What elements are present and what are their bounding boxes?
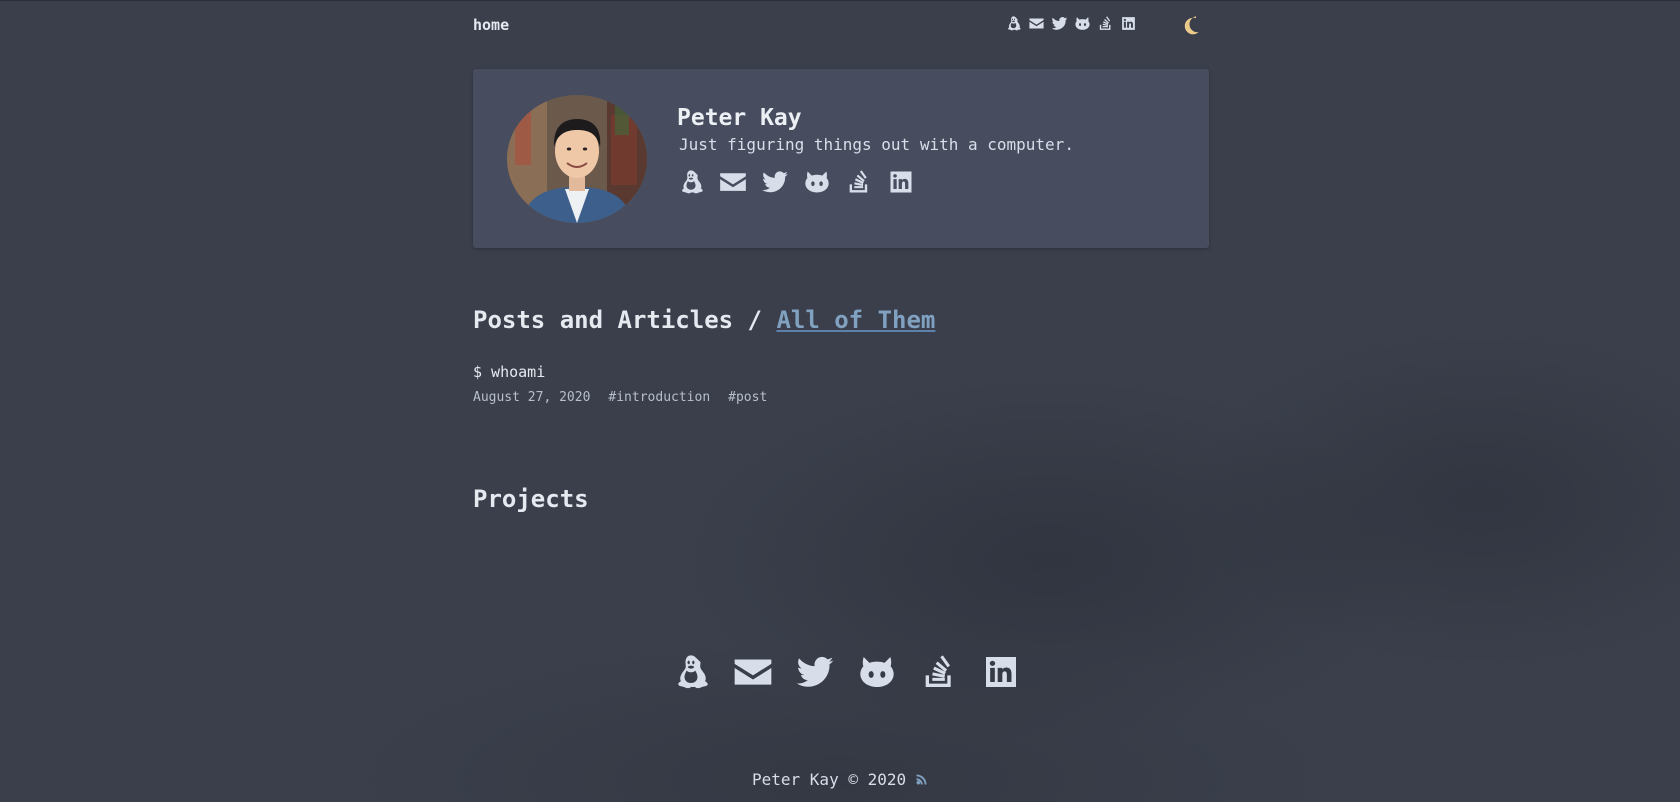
- twitter-icon[interactable]: [1051, 15, 1068, 32]
- github-icon[interactable]: [857, 652, 897, 692]
- linkedin-icon[interactable]: [887, 168, 915, 196]
- linux-icon[interactable]: [677, 168, 705, 196]
- post-tag[interactable]: #post: [728, 390, 767, 405]
- footer-social-icons: [671, 652, 1021, 692]
- stackoverflow-icon[interactable]: [1097, 15, 1114, 32]
- profile-social-icons: [677, 168, 915, 196]
- twitter-icon[interactable]: [795, 652, 835, 692]
- post-meta: August 27, 2020 #introduction #post: [473, 390, 767, 405]
- top-border: [0, 0, 1680, 1]
- post-tag[interactable]: #introduction: [608, 390, 710, 405]
- github-icon[interactable]: [1074, 15, 1091, 32]
- rss-icon[interactable]: [914, 772, 929, 787]
- linux-icon[interactable]: [1005, 15, 1022, 32]
- footer-copyright: Peter Kay © 2020: [752, 770, 929, 789]
- avatar: [507, 95, 647, 223]
- email-icon[interactable]: [719, 168, 747, 196]
- nav-home-link[interactable]: home: [473, 16, 509, 34]
- profile-bio: Just figuring things out with a computer…: [679, 135, 1074, 154]
- all-posts-link[interactable]: All of Them: [776, 306, 935, 334]
- email-icon[interactable]: [733, 652, 773, 692]
- linux-icon[interactable]: [671, 652, 711, 692]
- profile-name: Peter Kay: [677, 105, 802, 131]
- github-icon[interactable]: [803, 168, 831, 196]
- twitter-icon[interactable]: [761, 168, 789, 196]
- linkedin-icon[interactable]: [1120, 15, 1137, 32]
- projects-heading: Projects: [473, 485, 589, 513]
- email-icon[interactable]: [1028, 15, 1045, 32]
- post-title-link[interactable]: $ whoami: [473, 363, 545, 381]
- theme-toggle-moon-icon[interactable]: [1180, 14, 1202, 36]
- post-date: August 27, 2020: [473, 390, 591, 405]
- stackoverflow-icon[interactable]: [845, 168, 873, 196]
- linkedin-icon[interactable]: [981, 652, 1021, 692]
- copyright-text: Peter Kay © 2020: [752, 770, 907, 789]
- nav-social-icons: [1005, 15, 1137, 32]
- profile-card: Peter Kay Just figuring things out with …: [473, 69, 1209, 248]
- posts-heading: Posts and Articles / All of Them: [473, 306, 935, 334]
- stackoverflow-icon[interactable]: [919, 652, 959, 692]
- posts-heading-text: Posts and Articles /: [473, 306, 762, 334]
